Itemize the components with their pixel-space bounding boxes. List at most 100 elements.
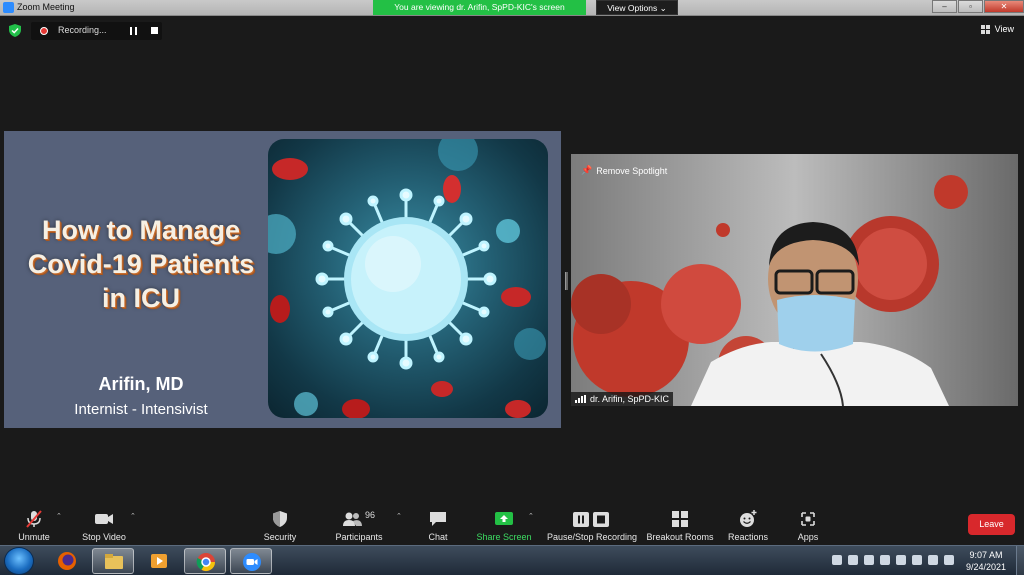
taskbar-chrome[interactable] [184, 548, 226, 574]
minimize-button[interactable]: – [932, 0, 957, 13]
share-screen-label: Share Screen [476, 532, 532, 542]
taskbar-media-player[interactable] [138, 548, 180, 574]
view-options-button[interactable]: View Options ⌄ [596, 0, 678, 15]
participants-button[interactable]: 96 Participants [334, 505, 384, 545]
audio-options-caret-icon[interactable]: ⌃ [56, 513, 63, 520]
shield-icon [273, 511, 287, 527]
participant-video-feed [571, 154, 1018, 406]
participant-video-tile[interactable]: 📌 Remove Spotlight dr. Arifin, SpPD-KIC [571, 154, 1018, 406]
participant-name-tag: dr. Arifin, SpPD-KIC [571, 392, 674, 406]
signal-strength-icon [575, 395, 586, 403]
chat-label: Chat [428, 532, 448, 542]
unmute-label: Unmute [18, 532, 50, 542]
stop-video-label: Stop Video [82, 532, 126, 542]
slide-title: How to Manage Covid-19 Patients in ICU [8, 213, 274, 315]
reactions-label: Reactions [727, 532, 769, 542]
clock-date: 9/24/2021 [965, 562, 1007, 572]
security-label: Security [263, 532, 297, 542]
participants-icon-group: 96 [339, 509, 379, 529]
smiley-plus-icon [740, 510, 757, 527]
slide-title-line-1: How to Manage [41, 215, 240, 245]
slide-role: Internist - Intensivist [74, 401, 208, 418]
pause-stop-recording-icon [573, 512, 609, 527]
chrome-tray-icon[interactable] [944, 555, 954, 565]
video-camera-icon [95, 514, 113, 524]
show-desktop-button[interactable] [1016, 546, 1024, 575]
zoom-app-icon [3, 2, 14, 13]
screen-icon[interactable] [912, 555, 922, 565]
stop-video-button[interactable]: Stop Video [80, 505, 128, 545]
slide-title-line-2: Covid-19 Patients [27, 249, 255, 279]
shield-tray-icon[interactable] [928, 555, 938, 565]
unmute-button[interactable]: Unmute [14, 505, 54, 545]
system-clock[interactable]: 9:07 AM 9/24/2021 [960, 549, 1012, 573]
muted-microphone-icon [26, 510, 42, 528]
video-options-caret-icon[interactable]: ⌃ [130, 513, 137, 520]
chevron-down-icon: ⌄ [659, 3, 667, 13]
chrome-icon [196, 553, 215, 572]
coronavirus-illustration [268, 139, 548, 418]
pause-stop-recording-button[interactable]: Pause/Stop Recording [545, 505, 639, 545]
share-screen-icon [495, 512, 513, 525]
meeting-toolbar: Unmute ⌃ Stop Video ⌃ Security 96 Partic… [0, 505, 1024, 545]
firefox-icon [58, 552, 76, 570]
apps-label: Apps [797, 532, 819, 542]
pause-stop-recording-label: Pause/Stop Recording [546, 532, 638, 542]
share-options-caret-icon[interactable]: ⌃ [528, 513, 535, 520]
participants-options-caret-icon[interactable]: ⌃ [396, 513, 403, 520]
pin-icon: 📌 [581, 165, 593, 175]
tray-app-icon[interactable] [848, 555, 858, 565]
pause-recording-icon[interactable] [130, 27, 138, 35]
chat-bubble-icon [430, 512, 446, 526]
participants-count: 96 [365, 510, 376, 520]
media-player-icon [151, 554, 167, 568]
breakout-rooms-label: Breakout Rooms [646, 532, 714, 542]
taskbar-firefox[interactable] [46, 548, 88, 574]
recording-label: Recording... [58, 25, 107, 35]
people-icon [343, 512, 362, 526]
maximize-button[interactable]: ▫ [958, 0, 983, 13]
breakout-rooms-button[interactable]: Breakout Rooms [645, 505, 715, 545]
stop-recording-icon[interactable] [151, 27, 158, 34]
zoom-icon [243, 553, 261, 571]
shared-screen-slide: How to Manage Covid-19 Patients in ICU A… [4, 131, 561, 428]
remove-spotlight-button[interactable]: 📌 Remove Spotlight [577, 162, 673, 179]
start-button-icon[interactable] [4, 547, 34, 575]
reactions-button[interactable]: Reactions [726, 505, 770, 545]
zoom-meeting-window: Zoom Meeting – ▫ ✕ You are viewing dr. A… [0, 0, 1024, 575]
security-button[interactable]: Security [260, 505, 300, 545]
share-screen-button[interactable]: Share Screen [474, 505, 534, 545]
apps-button[interactable]: Apps [790, 505, 826, 545]
recording-indicator: Recording... [31, 22, 162, 40]
grid-view-icon [980, 24, 990, 34]
breakout-rooms-icon [672, 511, 688, 527]
taskbar-zoom[interactable] [230, 548, 272, 574]
recording-dot-icon [40, 27, 48, 35]
viewing-screen-banner: You are viewing dr. Arifin, SpPD-KIC's s… [373, 0, 586, 15]
zoom-tray-icon[interactable] [832, 555, 842, 565]
clock-time: 9:07 AM [969, 550, 1003, 560]
taskbar-explorer[interactable] [92, 548, 134, 574]
folder-icon [105, 554, 123, 569]
leave-button[interactable]: Leave [968, 514, 1015, 535]
window-controls: – ▫ ✕ [931, 0, 1024, 14]
close-button[interactable]: ✕ [984, 0, 1024, 13]
participant-name: dr. Arifin, SpPD-KIC [590, 394, 670, 404]
remove-spotlight-label: Remove Spotlight [596, 165, 668, 176]
flag-icon[interactable] [880, 555, 890, 565]
slide-title-line-3: in ICU [102, 283, 180, 313]
system-tray [832, 555, 954, 565]
split-view-handle[interactable] [565, 272, 568, 290]
apps-icon [801, 512, 815, 526]
windows-taskbar: 9:07 AM 9/24/2021 [0, 545, 1024, 575]
view-button[interactable]: View [980, 24, 1014, 34]
view-label: View [994, 24, 1014, 34]
network-icon[interactable] [896, 555, 906, 565]
chat-button[interactable]: Chat [420, 505, 456, 545]
slide-author: Arifin, MD [98, 374, 184, 394]
view-options-label: View Options [607, 3, 658, 13]
volume-icon[interactable] [864, 555, 874, 565]
shield-check-icon[interactable] [9, 24, 21, 37]
window-title: Zoom Meeting [17, 2, 75, 12]
participants-label: Participants [335, 532, 383, 542]
